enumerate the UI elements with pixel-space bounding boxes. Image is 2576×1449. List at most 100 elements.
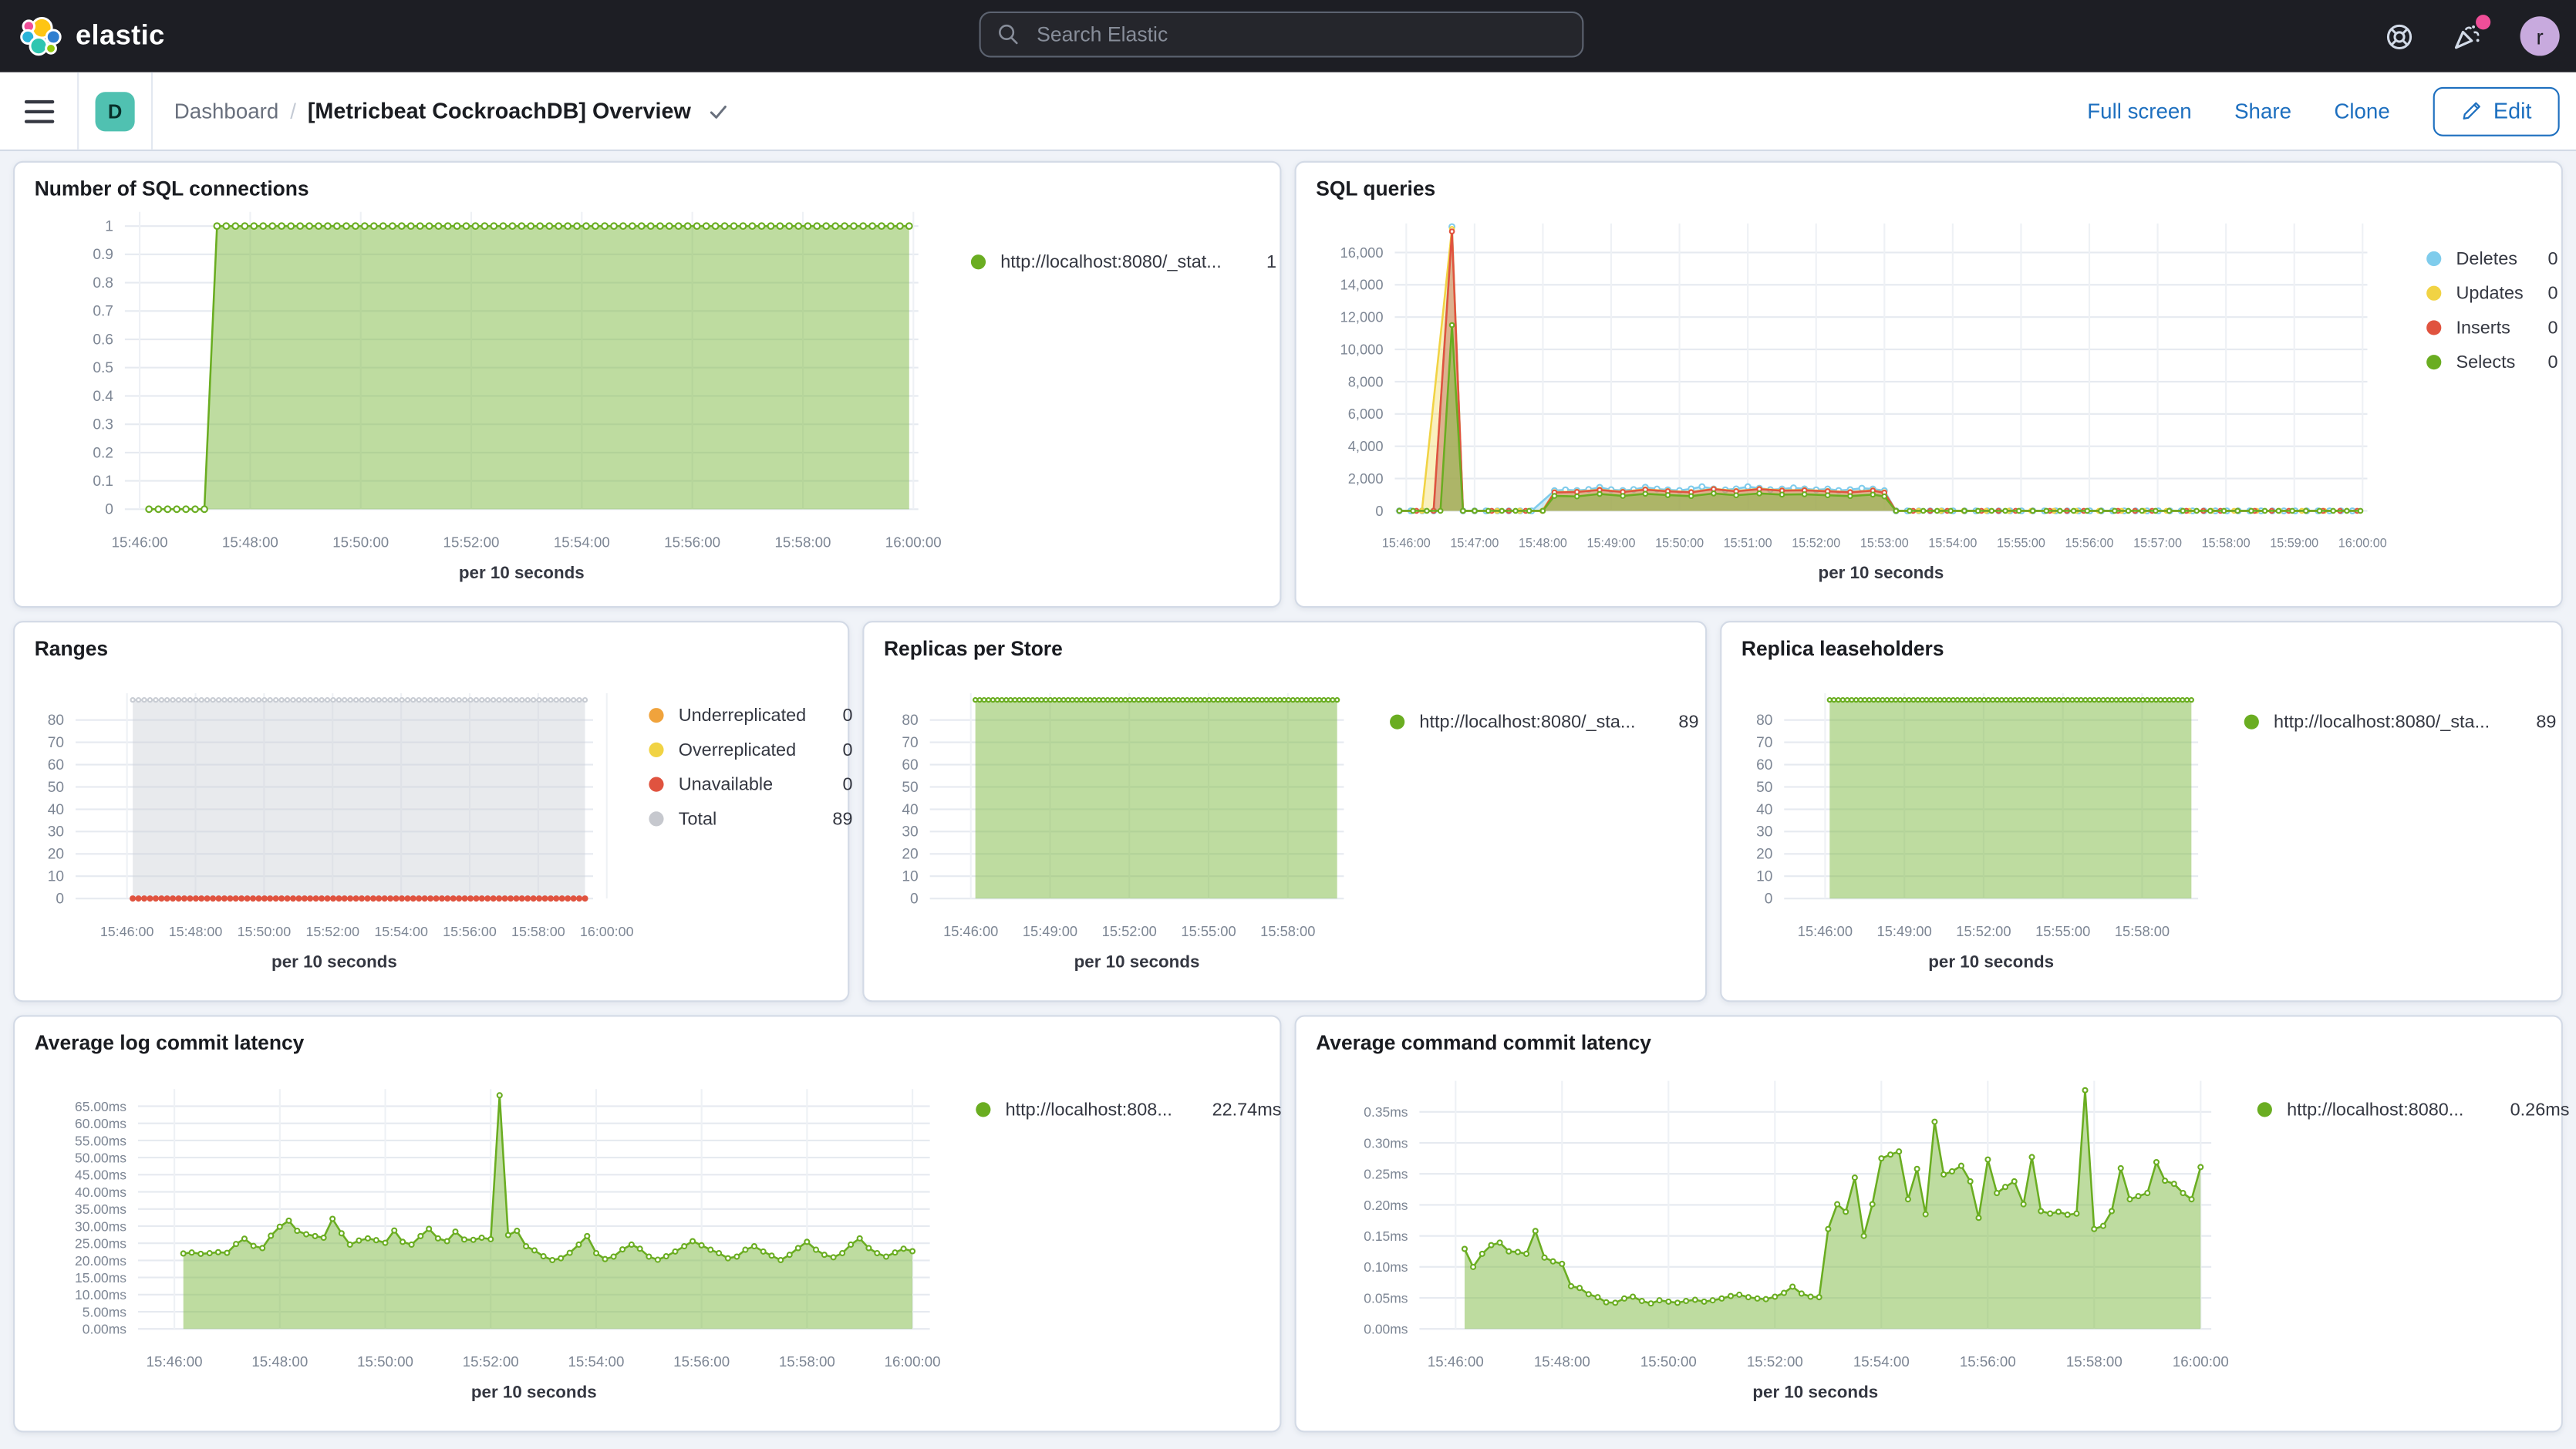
legend-item[interactable]: http://localhost:808...22.74ms (976, 1093, 1281, 1127)
svg-text:per 10 seconds: per 10 seconds (459, 563, 585, 582)
svg-text:0: 0 (1765, 891, 1773, 908)
svg-text:15:52:00: 15:52:00 (1956, 923, 2011, 939)
chart-legend: http://localhost:808...22.74ms (976, 1093, 1281, 1127)
chart-avg-command-commit-latency[interactable]: 0.00ms0.05ms0.10ms0.15ms0.20ms0.25ms0.30… (1296, 1017, 2561, 1431)
help-button[interactable] (2382, 20, 2416, 53)
svg-text:15:54:00: 15:54:00 (374, 924, 428, 939)
legend-item[interactable]: Selects0 (2426, 345, 2557, 379)
svg-text:45.00ms: 45.00ms (75, 1168, 126, 1183)
svg-text:20: 20 (48, 847, 64, 863)
svg-text:14,000: 14,000 (1340, 277, 1384, 293)
svg-text:0.4: 0.4 (93, 389, 113, 405)
svg-text:15:54:00: 15:54:00 (1928, 536, 1977, 550)
chart-legend: Deletes0Updates0 Inserts 0 Selects0 (2426, 241, 2557, 379)
legend-value: 0 (2534, 318, 2557, 338)
legend-swatch-icon (1390, 715, 1404, 730)
legend-item[interactable]: http://localhost:8080...0.26ms (2257, 1093, 2570, 1127)
legend-swatch-icon (2426, 320, 2441, 335)
dashboard-badge[interactable]: D (96, 91, 135, 130)
legend-item[interactable]: Overreplicated0 (649, 733, 852, 767)
chart-avg-log-commit-latency[interactable]: 0.00ms5.00ms10.00ms15.00ms20.00ms25.00ms… (15, 1017, 1280, 1431)
user-avatar[interactable]: r (2520, 16, 2560, 56)
legend-label: Inserts (2456, 318, 2510, 338)
legend-item[interactable]: Underreplicated0 (649, 698, 852, 733)
svg-text:15:49:00: 15:49:00 (1877, 923, 1932, 939)
legend-item[interactable]: Updates0 (2426, 276, 2557, 311)
svg-text:15:48:00: 15:48:00 (251, 1353, 308, 1370)
svg-text:per 10 seconds: per 10 seconds (471, 1383, 597, 1402)
chart-sql-queries[interactable]: 02,0004,0006,0008,00010,00012,00014,0001… (1296, 163, 2561, 606)
svg-text:10,000: 10,000 (1340, 341, 1384, 357)
svg-text:10: 10 (902, 869, 918, 885)
legend-swatch-icon (2426, 286, 2441, 301)
svg-text:20: 20 (902, 847, 918, 863)
edit-button[interactable]: Edit (2433, 86, 2560, 136)
svg-text:0.20ms: 0.20ms (1364, 1198, 1408, 1213)
legend-item[interactable]: http://localhost:8080/_sta...89 (1390, 705, 1698, 740)
legend-label: http://localhost:808... (1006, 1100, 1172, 1120)
legend-item[interactable]: Total89 (649, 801, 852, 836)
svg-text:16:00:00: 16:00:00 (885, 534, 942, 550)
svg-text:15:56:00: 15:56:00 (1960, 1353, 2016, 1370)
page-title[interactable]: [Metricbeat CockroachDB] Overview (308, 99, 691, 123)
svg-text:6,000: 6,000 (1348, 406, 1384, 422)
svg-text:50: 50 (1756, 780, 1772, 796)
clone-button[interactable]: Clone (2334, 99, 2389, 123)
breadcrumb-dashboard-link[interactable]: Dashboard (174, 99, 278, 123)
menu-button[interactable] (25, 99, 54, 123)
svg-text:0.8: 0.8 (93, 275, 113, 291)
legend-value: 89 (1665, 712, 1698, 732)
chart-legend: http://localhost:8080/_sta...89 (2244, 705, 2557, 740)
svg-text:15:54:00: 15:54:00 (568, 1353, 624, 1370)
legend-swatch-icon (649, 811, 663, 826)
svg-text:15:56:00: 15:56:00 (664, 534, 720, 550)
svg-text:15:50:00: 15:50:00 (357, 1353, 413, 1370)
svg-text:60: 60 (48, 757, 64, 773)
title-menu-toggle[interactable] (706, 99, 729, 123)
svg-text:15:55:00: 15:55:00 (1181, 923, 1236, 939)
svg-text:0.00ms: 0.00ms (1364, 1322, 1408, 1337)
svg-text:20: 20 (1756, 847, 1772, 863)
legend-swatch-icon (649, 777, 663, 792)
svg-text:2,000: 2,000 (1348, 470, 1384, 487)
svg-text:30.00ms: 30.00ms (75, 1218, 126, 1234)
svg-text:15:58:00: 15:58:00 (2202, 536, 2251, 550)
svg-text:40: 40 (1756, 802, 1772, 818)
svg-text:0: 0 (105, 502, 113, 518)
chart-replica-leaseholders[interactable]: 0102030405060708015:46:0015:49:0015:52:0… (1721, 622, 2561, 1000)
legend-label: Total (679, 809, 717, 829)
panel-sql-queries: SQL queries 02,0004,0006,0008,00010,0001… (1295, 161, 2563, 608)
chart-sql-connections[interactable]: 00.10.20.30.40.50.60.70.80.9115:46:0015:… (15, 163, 1280, 606)
svg-text:8,000: 8,000 (1348, 373, 1384, 389)
chart-legend: http://localhost:8080...0.26ms (2257, 1093, 2570, 1127)
svg-text:50: 50 (902, 780, 918, 796)
svg-text:50.00ms: 50.00ms (75, 1151, 126, 1166)
toolbar-divider (151, 72, 153, 150)
legend-item[interactable]: Inserts 0 (2426, 311, 2557, 345)
share-button[interactable]: Share (2234, 99, 2291, 123)
search-input[interactable] (1033, 22, 1566, 48)
svg-text:per 10 seconds: per 10 seconds (1928, 952, 2054, 972)
legend-swatch-icon (2426, 355, 2441, 369)
svg-text:15:46:00: 15:46:00 (1428, 1353, 1484, 1370)
svg-text:70: 70 (902, 735, 918, 751)
legend-item[interactable]: Unavailable0 (649, 767, 852, 802)
legend-value: 0 (829, 706, 852, 726)
global-search[interactable] (979, 12, 1584, 58)
panel-avg-log-commit-latency: Average log commit latency 0.00ms5.00ms1… (13, 1015, 1281, 1432)
news-button[interactable] (2451, 20, 2484, 53)
svg-text:0: 0 (910, 891, 919, 908)
elastic-logo[interactable]: elastic (20, 15, 165, 57)
svg-text:0.2: 0.2 (93, 445, 113, 461)
legend-value: 0 (2534, 283, 2557, 303)
legend-item[interactable]: Deletes0 (2426, 241, 2557, 276)
logo-wordmark: elastic (76, 20, 165, 53)
svg-text:30: 30 (902, 824, 918, 841)
svg-text:80: 80 (48, 713, 64, 729)
svg-text:16,000: 16,000 (1340, 244, 1384, 261)
legend-item[interactable]: http://localhost:8080/_stat...1 (971, 244, 1276, 279)
legend-item[interactable]: http://localhost:8080/_sta...89 (2244, 705, 2557, 740)
legend-swatch-icon (971, 254, 986, 269)
chart-replicas-per-store[interactable]: 0102030405060708015:46:0015:49:0015:52:0… (864, 622, 1705, 1000)
full-screen-button[interactable]: Full screen (2087, 99, 2191, 123)
